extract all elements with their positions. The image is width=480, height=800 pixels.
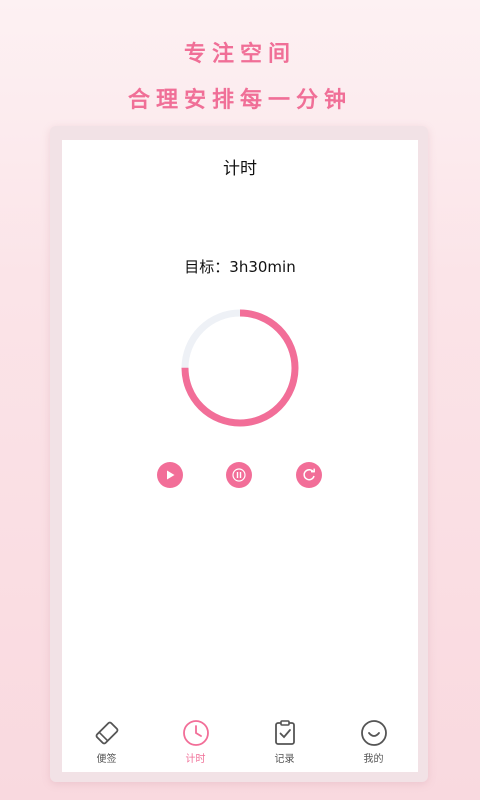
- timer-controls: [62, 462, 418, 490]
- clipboard-check-icon: [274, 720, 295, 745]
- timer-ring: [178, 306, 302, 430]
- promo-line-2: 合理安排每一分钟: [127, 88, 352, 113]
- tab-label: 计时: [185, 754, 206, 765]
- tab-profile[interactable]: 我的: [329, 716, 418, 772]
- tab-label: 便签: [96, 754, 117, 765]
- goal-label: 目标：3h30min: [184, 258, 296, 276]
- bottom-tab-bar: 便签 计时 记录 我的: [62, 716, 418, 772]
- tab-timer[interactable]: 计时: [151, 716, 240, 772]
- reset-icon: [303, 468, 315, 481]
- reset-button[interactable]: [296, 462, 322, 488]
- page-title: 计时: [223, 159, 257, 179]
- tab-notes[interactable]: 便签: [62, 716, 151, 772]
- promo-line-1: 专注空间: [183, 42, 296, 67]
- smile-icon: [360, 720, 387, 746]
- play-button[interactable]: [157, 462, 183, 488]
- pause-button[interactable]: [226, 462, 252, 488]
- timer-screen: 计时 目标：3h30min 便签 计时 记录 我的: [62, 140, 418, 772]
- play-icon: [167, 470, 175, 480]
- tab-label: 记录: [274, 754, 295, 765]
- tab-records[interactable]: 记录: [240, 716, 329, 772]
- pause-icon: [232, 468, 246, 482]
- clock-icon: [182, 720, 209, 746]
- tab-label: 我的: [363, 754, 384, 765]
- tag-icon: [95, 721, 118, 745]
